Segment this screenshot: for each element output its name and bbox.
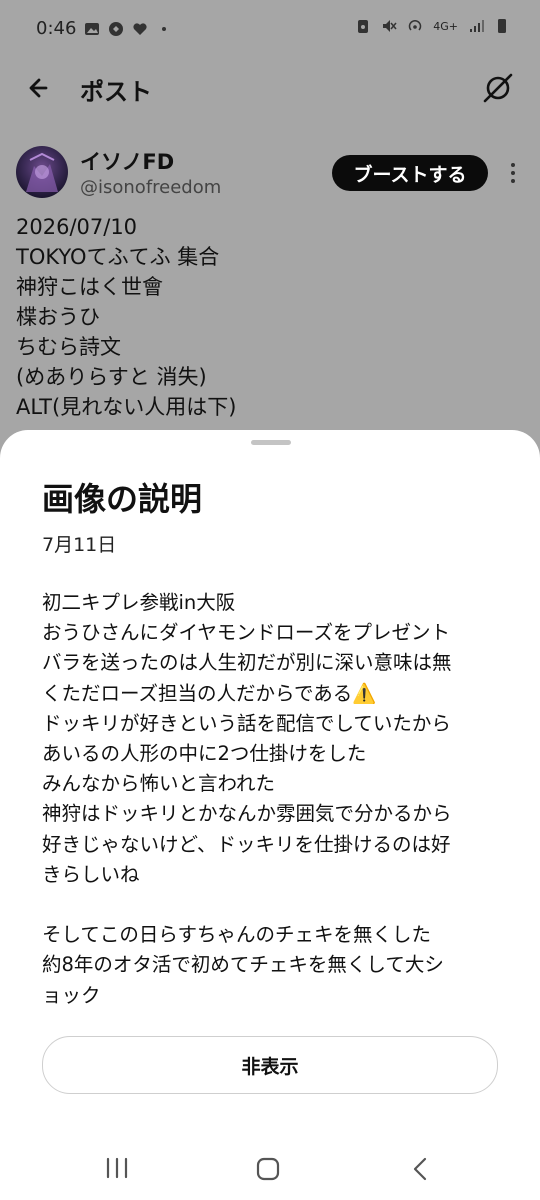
more-options-icon[interactable] bbox=[503, 160, 523, 186]
avatar[interactable] bbox=[16, 146, 68, 198]
page-title: ポスト bbox=[80, 78, 152, 106]
description-line: きらしいね bbox=[42, 862, 140, 886]
status-time: 0:46 bbox=[36, 18, 77, 39]
description-line: 神狩はドッキリとかなんか雰囲気で分かるから bbox=[42, 802, 452, 826]
app-bar: ポスト bbox=[0, 60, 540, 116]
system-nav-bar bbox=[0, 1140, 540, 1200]
hide-button[interactable]: 非表示 bbox=[42, 1036, 498, 1094]
signal-icon bbox=[470, 20, 484, 32]
description-line bbox=[42, 890, 512, 920]
description-line: 初二キプレ参戦in大阪 bbox=[42, 591, 236, 614]
grok-icon[interactable] bbox=[480, 70, 516, 106]
sheet-title: 画像の説明 bbox=[42, 480, 203, 518]
boost-button[interactable]: ブーストする bbox=[332, 155, 488, 191]
post-line: ALT(見れない人用は下) bbox=[16, 395, 237, 419]
description-line: くただローズ担当の人だからである⚠️ bbox=[42, 681, 377, 705]
more-notifications-dot-icon bbox=[162, 26, 167, 31]
display-name[interactable]: イソノFD bbox=[80, 146, 174, 176]
recent-apps-icon[interactable] bbox=[104, 1156, 130, 1180]
hotspot-icon bbox=[409, 19, 422, 31]
post-line: 神狩こはく世會 bbox=[16, 275, 163, 299]
mute-icon bbox=[383, 20, 397, 32]
post-text: 2026/07/10 TOKYOてふてふ 集合 神狩こはく世會 楪おうひ ちむら… bbox=[16, 212, 236, 422]
description-line: バラを送ったのは人生初だが別に深い意味は無 bbox=[42, 651, 452, 675]
description-line: 好きじゃないけど、ドッキリを仕掛けるのは好 bbox=[42, 832, 451, 856]
status-right: 4G+ bbox=[355, 18, 510, 34]
post-line: 2026/07/10 bbox=[16, 215, 138, 239]
home-icon[interactable] bbox=[256, 1157, 280, 1181]
description-line: 約8年のオタ活で初めてチェキを無くして大シ bbox=[42, 953, 444, 977]
image-description-sheet: 画像の説明 7月11日 初二キプレ参戦in大阪 おうひさんにダイヤモンドローズを… bbox=[0, 430, 540, 1200]
app-notification-icon bbox=[109, 21, 124, 36]
description-line: そしてこの日らすちゃんのチェキを無くした bbox=[42, 923, 432, 947]
status-bar: 0:46 4G+ bbox=[0, 0, 540, 60]
description-line: あいるの人形の中に2つ仕掛けをした bbox=[42, 742, 367, 766]
description-line: ョック bbox=[42, 983, 101, 1007]
gallery-icon bbox=[85, 22, 100, 35]
description-line: ドッキリが好きという話を配信でしていたから bbox=[42, 711, 451, 735]
back-arrow-icon[interactable] bbox=[24, 72, 60, 104]
battery-icon bbox=[498, 19, 506, 33]
image-description: 初二キプレ参戦in大阪 おうひさんにダイヤモンドローズをプレゼント バラを送った… bbox=[42, 588, 512, 1011]
post-line: ちむら詩文 bbox=[16, 335, 121, 359]
nav-back-icon[interactable] bbox=[410, 1156, 430, 1182]
post-line: 楪おうひ bbox=[16, 305, 100, 329]
network-type: 4G+ bbox=[433, 19, 458, 33]
heart-icon bbox=[133, 22, 148, 35]
description-line: みんなから怖いと言われた bbox=[42, 772, 276, 796]
post-line: (めありらすと 消失) bbox=[16, 365, 207, 389]
post-line: TOKYOてふてふ 集合 bbox=[16, 245, 220, 269]
description-date: 7月11日 bbox=[42, 534, 117, 556]
status-left: 0:46 bbox=[36, 18, 172, 39]
description-line: おうひさんにダイヤモンドローズをプレゼント bbox=[42, 621, 450, 645]
battery-saver-icon bbox=[358, 20, 369, 33]
user-handle[interactable]: @isonofreedom bbox=[80, 177, 221, 198]
sheet-drag-handle[interactable] bbox=[251, 440, 291, 445]
avatar-image-icon bbox=[26, 152, 58, 192]
